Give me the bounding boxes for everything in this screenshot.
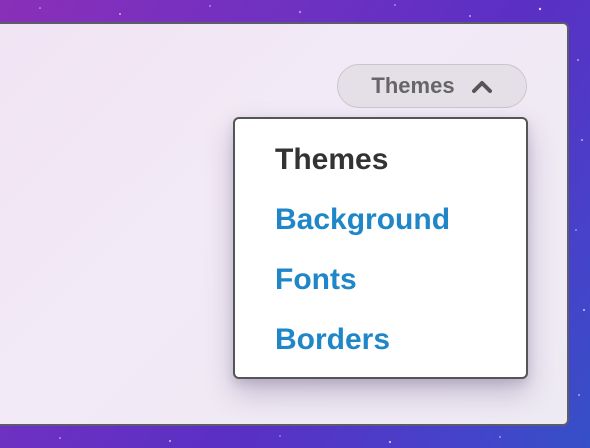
chevron-up-icon — [471, 75, 493, 97]
themes-dropdown-button[interactable]: Themes — [337, 64, 527, 108]
menu-item-borders[interactable]: Borders — [275, 322, 390, 358]
menu-item-background[interactable]: Background — [275, 202, 450, 238]
menu-header-themes: Themes — [275, 143, 389, 176]
themes-button-label: Themes — [371, 73, 455, 98]
menu-item-fonts[interactable]: Fonts — [275, 262, 357, 298]
themes-dropdown-menu: Themes Background Fonts Borders — [233, 117, 528, 379]
